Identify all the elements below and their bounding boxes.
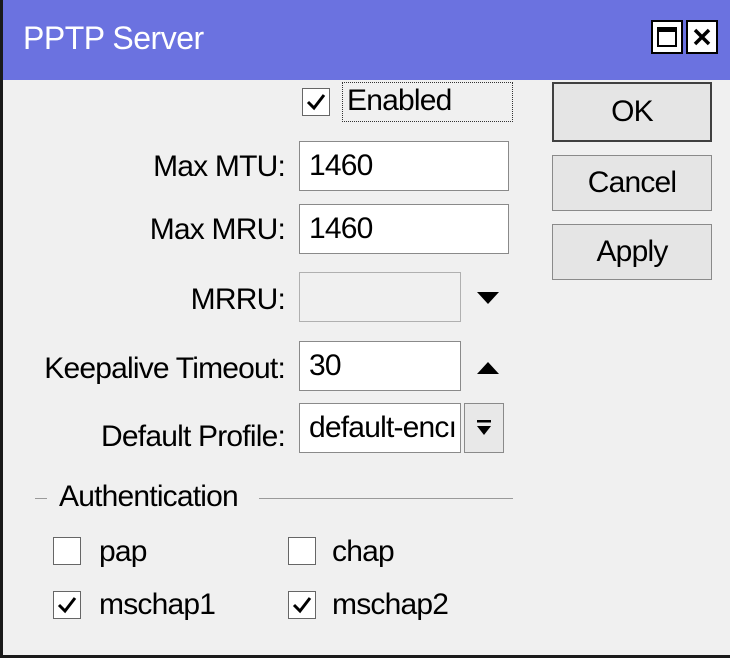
pptp-server-window: PPTP Server Enabled Max MTU: 1460 Max MR… [0,0,730,658]
triangle-down-icon [477,292,499,304]
window-title: PPTP Server [23,20,204,56]
title-bar[interactable]: PPTP Server [3,0,730,80]
pap-label[interactable]: pap [99,535,147,569]
checkmark-icon [306,94,326,111]
checkmark-icon [292,597,312,614]
chap-checkbox[interactable] [288,537,316,565]
maximize-button[interactable] [651,20,683,54]
dropdown-arrow-icon [477,420,491,435]
pap-checkbox[interactable] [53,537,81,565]
cancel-button[interactable]: Cancel [552,155,712,211]
section-divider-right [259,498,513,499]
mschap2-label[interactable]: mschap2 [332,588,449,622]
keepalive-timeout-input[interactable]: 30 [299,341,461,391]
enabled-label[interactable]: Enabled [347,84,452,118]
max-mtu-label: Max MTU: [153,150,286,183]
enabled-checkbox[interactable] [302,88,330,116]
triangle-up-icon [477,362,499,374]
mrru-input[interactable] [299,272,461,322]
keepalive-timeout-label: Keepalive Timeout: [44,352,286,385]
max-mru-input[interactable]: 1460 [299,204,509,254]
default-profile-label: Default Profile: [101,420,286,453]
chap-label[interactable]: chap [332,535,395,569]
mschap2-checkbox[interactable] [288,591,316,619]
mschap1-label[interactable]: mschap1 [99,588,216,622]
mrru-label: MRRU: [190,283,286,316]
authentication-section-title: Authentication [59,480,239,513]
mrru-expand-button[interactable] [473,283,503,313]
apply-button[interactable]: Apply [552,224,712,280]
default-profile-select[interactable]: default-encı [299,403,461,453]
keepalive-collapse-button[interactable] [473,353,503,383]
max-mru-label: Max MRU: [149,213,286,246]
close-icon [693,28,711,46]
checkmark-icon [57,597,77,614]
default-profile-dropdown-button[interactable] [464,403,504,453]
max-mtu-input[interactable]: 1460 [299,141,509,191]
ok-button[interactable]: OK [552,82,712,142]
section-divider-left [35,498,47,499]
maximize-icon [657,27,677,47]
mschap1-checkbox[interactable] [53,591,81,619]
close-button[interactable] [686,20,718,54]
